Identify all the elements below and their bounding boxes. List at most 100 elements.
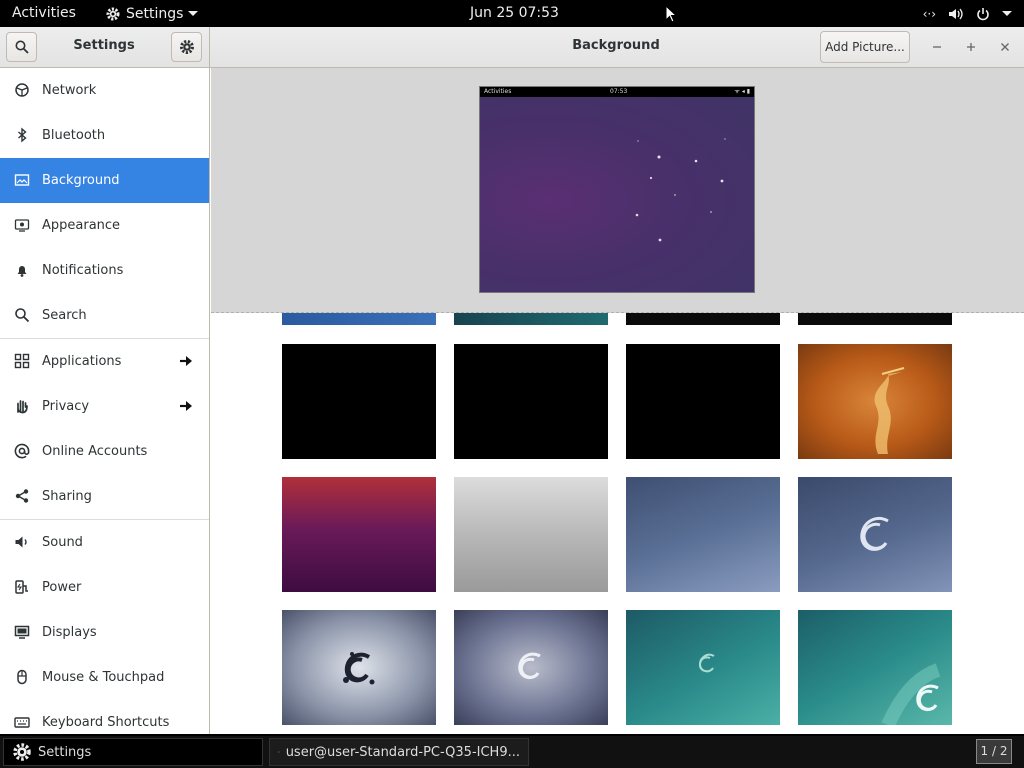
maximize-icon <box>967 43 975 51</box>
taskbar: Settings user@user-Standard-PC-Q35-ICH9.… <box>0 736 1024 768</box>
wallpaper-thumbnail[interactable] <box>798 344 952 459</box>
debian-swirl-icon <box>518 652 541 679</box>
network-wired-icon: ‹·› <box>922 6 936 21</box>
background-preview: Activities 07:53 ᯤ ◂ ▮ <box>479 86 755 293</box>
wallpaper-thumbnail[interactable] <box>626 313 780 325</box>
activities-button[interactable]: Activities <box>12 0 76 27</box>
taskbar-terminal-label: user@user-Standard-PC-Q35-ICH9... <box>285 744 520 760</box>
sidebar-title: Settings <box>73 38 135 53</box>
sidebar-header: Settings <box>0 27 210 68</box>
preview-top-bar: Activities 07:53 ᯤ ◂ ▮ <box>480 87 754 97</box>
clock[interactable]: Jun 25 07:53 <box>470 0 559 27</box>
wallpaper-thumbnail[interactable] <box>282 313 436 325</box>
sidebar: Network Bluetooth Background Appearance … <box>0 68 210 734</box>
wallpaper-thumbnail[interactable] <box>282 344 436 459</box>
sidebar-item-label: Sound <box>42 535 83 550</box>
sidebar-item-privacy[interactable]: Privacy <box>0 384 209 429</box>
sidebar-item-bluetooth[interactable]: Bluetooth <box>0 113 209 158</box>
volume-icon <box>948 7 964 21</box>
sidebar-item-label: Network <box>42 83 97 98</box>
sidebar-item-sharing[interactable]: Sharing <box>0 474 209 519</box>
sidebar-item-mouse-touchpad[interactable]: Mouse & Touchpad <box>0 655 209 700</box>
debian-swirl-icon <box>860 516 889 551</box>
sidebar-item-label: Keyboard Shortcuts <box>42 715 170 730</box>
status-menu[interactable]: ‹·› <box>923 0 1012 27</box>
minimize-icon <box>933 46 941 48</box>
sidebar-item-label: Background <box>42 173 120 188</box>
sidebar-item-applications[interactable]: Applications <box>0 339 209 384</box>
wallpaper-thumbnail[interactable] <box>626 344 780 459</box>
sidebar-item-label: Mouse & Touchpad <box>42 670 165 685</box>
at-icon <box>14 443 30 459</box>
wallpaper-thumbnail[interactable] <box>454 610 608 725</box>
sidebar-item-sound[interactable]: Sound <box>0 520 209 565</box>
sidebar-item-keyboard-shortcuts[interactable]: Keyboard Shortcuts <box>0 700 209 734</box>
wallpaper-thumbnail[interactable] <box>282 477 436 592</box>
primary-menu-button[interactable] <box>171 32 202 62</box>
close-button[interactable] <box>993 35 1017 59</box>
gear-icon <box>106 7 120 20</box>
bluetooth-icon <box>14 127 30 143</box>
sidebar-item-label: Notifications <box>42 263 124 278</box>
wallpaper-thumbnail[interactable] <box>626 477 780 592</box>
taskbar-terminal-window[interactable]: user@user-Standard-PC-Q35-ICH9... <box>269 738 529 766</box>
chevron-down-icon <box>188 11 199 16</box>
wallpaper-thumbnail[interactable] <box>798 477 952 592</box>
wallpaper-thumbnail[interactable] <box>798 610 952 728</box>
sidebar-item-label: Privacy <box>42 399 90 414</box>
add-picture-button[interactable]: Add Picture... <box>820 31 910 63</box>
sidebar-item-label: Search <box>42 308 87 323</box>
sidebar-item-label: Online Accounts <box>42 444 148 459</box>
wallpaper-thumbnail[interactable] <box>798 313 952 325</box>
terminal-icon <box>278 751 280 753</box>
sidebar-item-search[interactable]: Search <box>0 293 209 338</box>
speaker-icon <box>14 534 30 550</box>
appearance-icon <box>14 217 30 233</box>
sidebar-item-notifications[interactable]: Notifications <box>0 248 209 293</box>
chevron-down-icon <box>1002 11 1012 16</box>
sidebar-item-label: Sharing <box>42 489 92 504</box>
sidebar-item-label: Displays <box>42 625 97 640</box>
wallpaper-thumbnail[interactable] <box>454 344 608 459</box>
hand-icon <box>14 398 30 414</box>
wallpaper-thumbnail[interactable] <box>454 313 608 325</box>
search-icon <box>15 40 29 54</box>
debian-swirl-icon <box>881 663 941 728</box>
app-menu-label: Settings <box>126 5 184 22</box>
mouse-cursor-icon <box>665 5 677 23</box>
wallpaper-thumbnail[interactable] <box>282 610 436 725</box>
sidebar-item-appearance[interactable]: Appearance <box>0 203 209 248</box>
share-icon <box>14 488 30 504</box>
maximize-button[interactable] <box>959 35 983 59</box>
bell-icon <box>14 262 30 278</box>
preview-activities: Activities <box>484 88 512 95</box>
app-menu[interactable]: Settings <box>105 0 199 27</box>
search-icon <box>14 307 30 323</box>
top-bar: Activities Settings Jun 25 07:53 ‹·› <box>0 0 1024 27</box>
sidebar-item-displays[interactable]: Displays <box>0 610 209 655</box>
power-plug-icon <box>14 579 30 595</box>
gear-icon <box>179 40 194 54</box>
sidebar-item-network[interactable]: Network <box>0 68 209 113</box>
sidebar-item-power[interactable]: Power <box>0 565 209 610</box>
taskbar-settings-window[interactable]: Settings <box>3 738 263 766</box>
wallpaper-thumbnail[interactable] <box>626 610 780 725</box>
sidebar-item-background[interactable]: Background <box>0 158 209 203</box>
sidebar-item-label: Appearance <box>42 218 121 233</box>
network-icon <box>14 82 30 98</box>
workspace-pager[interactable]: 1 / 2 <box>976 739 1012 764</box>
close-icon <box>1001 43 1009 51</box>
grid-icon <box>14 353 30 369</box>
preview-clock: 07:53 <box>610 88 628 95</box>
sidebar-item-online-accounts[interactable]: Online Accounts <box>0 429 209 474</box>
minimize-button[interactable] <box>925 35 949 59</box>
arrow-right-icon <box>179 399 193 417</box>
search-button[interactable] <box>6 32 37 62</box>
debian-swirl-icon <box>698 653 715 673</box>
display-icon <box>14 624 30 640</box>
power-icon <box>976 7 990 21</box>
taskbar-settings-label: Settings <box>38 744 92 760</box>
wallpaper-thumbnail[interactable] <box>454 477 608 592</box>
debian-swirl-icon <box>343 652 375 685</box>
settings-window: Settings Background Add Picture... Netwo… <box>0 27 1024 734</box>
